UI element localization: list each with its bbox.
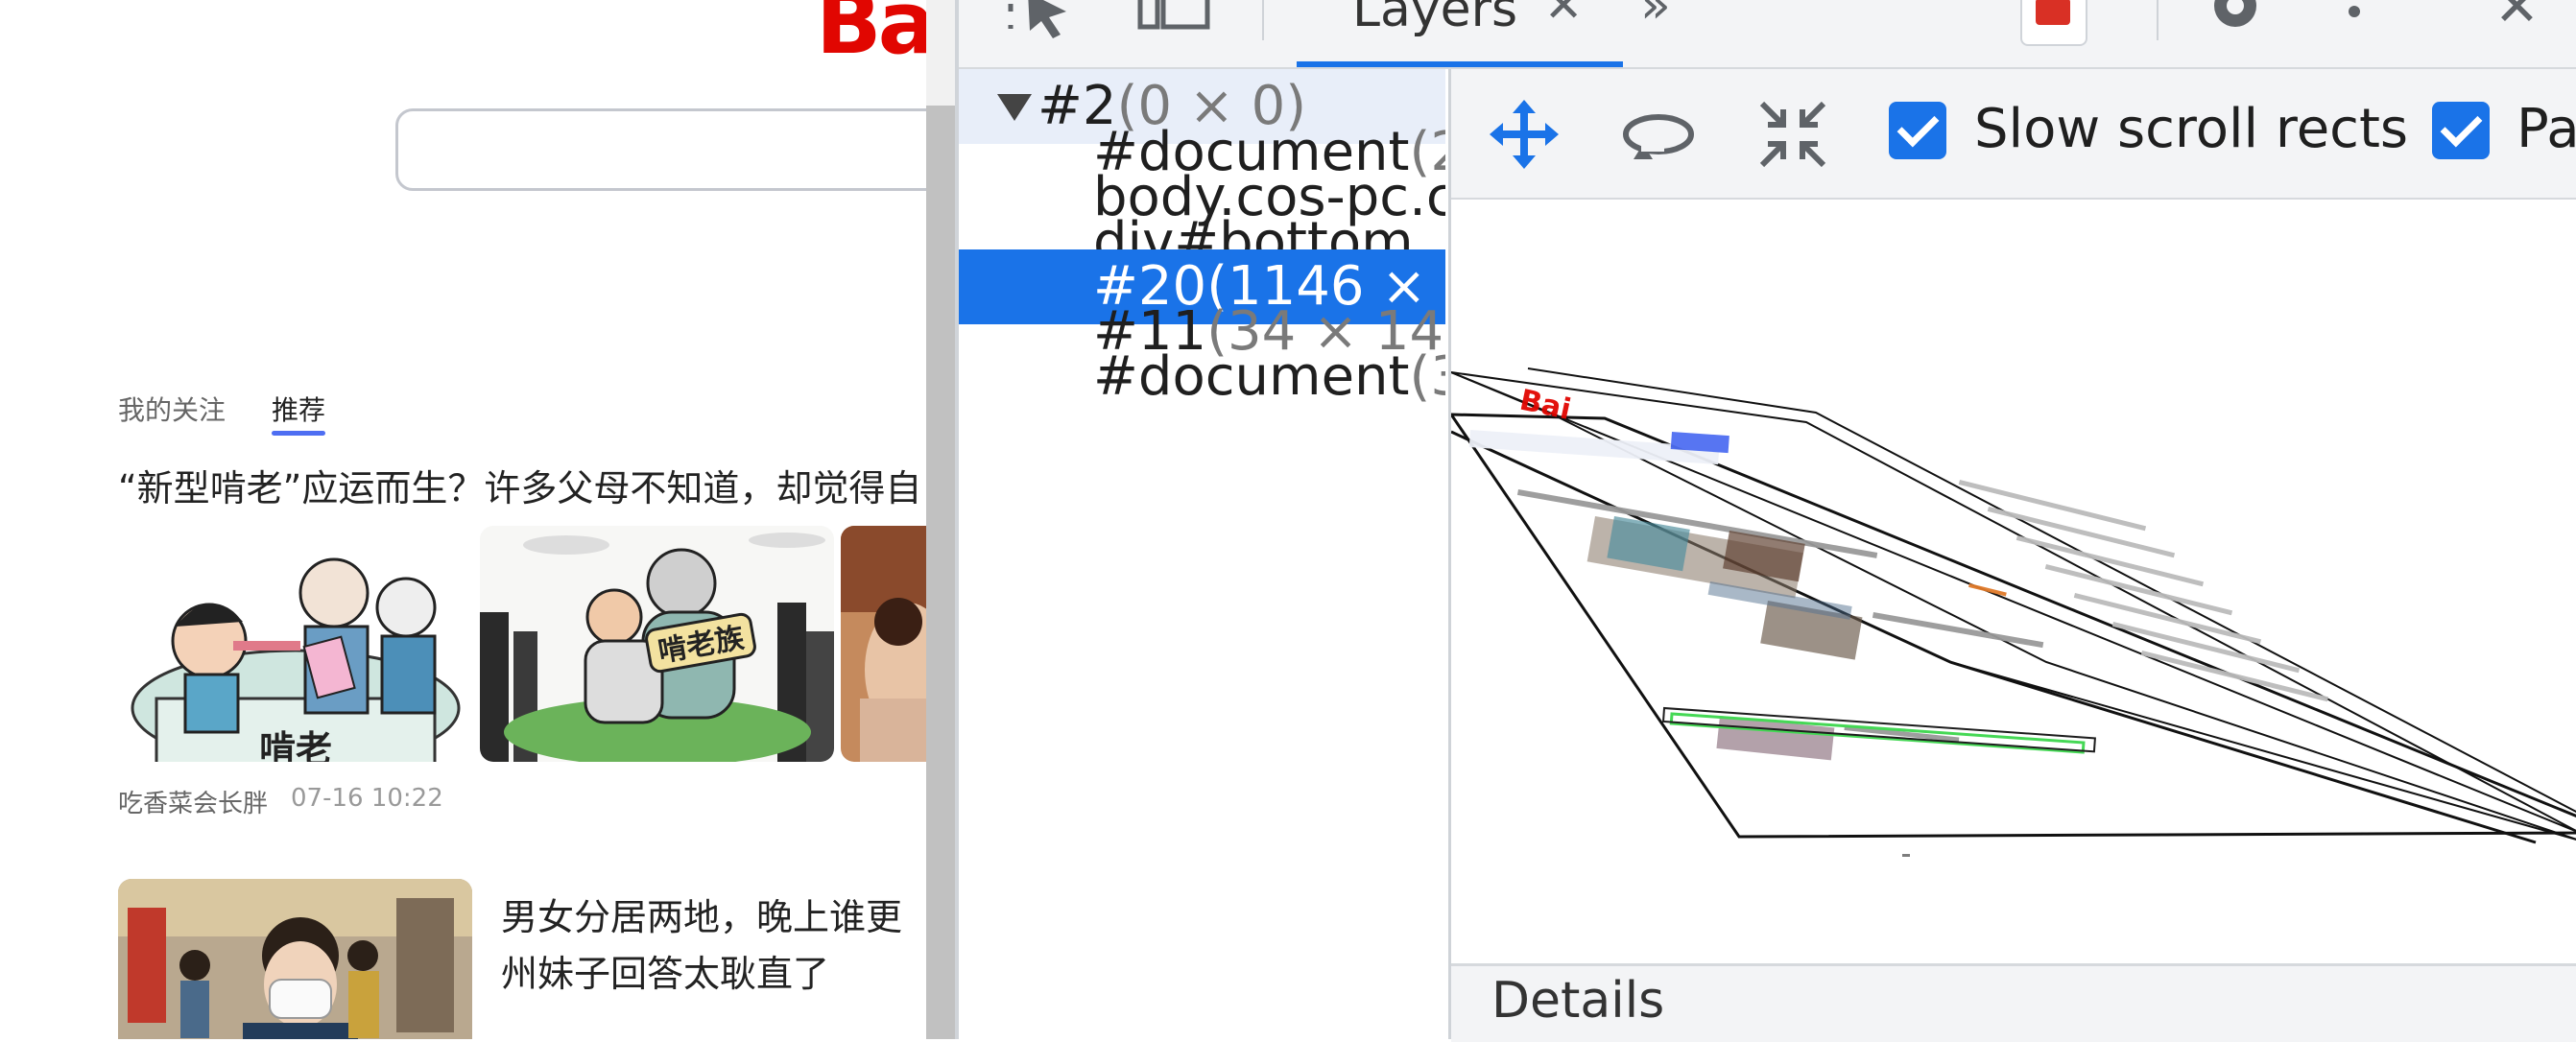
details-panel: Details — [1451, 963, 2576, 1042]
details-label: Details — [1491, 972, 1665, 1030]
layers-3d-viewer: Slow scroll rects Pa Bai Details — [1448, 69, 2576, 1042]
slow-scroll-rects-label[interactable]: Slow scroll rects — [1974, 98, 2408, 160]
active-tab-indicator — [1297, 61, 1623, 67]
search-input[interactable] — [395, 108, 926, 191]
pan-icon[interactable] — [1486, 96, 1562, 173]
slow-scroll-rects-checkbox[interactable] — [1889, 102, 1946, 159]
tab-recommended[interactable]: 推荐 — [272, 390, 325, 428]
devtools-toolbar: Layers ✕ » ✕ — [959, 0, 2576, 69]
article-title[interactable]: “新型啃老”应运而生？许多父母不知道，却觉得自 — [118, 459, 921, 511]
article-2-title-line-1[interactable]: 男女分居两地，晚上谁更 — [501, 888, 902, 940]
toolbar-separator — [1262, 0, 1264, 40]
page-scrollbar-track[interactable] — [926, 0, 955, 106]
toolbar-separator — [2157, 0, 2159, 40]
rotate-icon[interactable] — [1620, 96, 1697, 173]
kebab-menu-icon[interactable] — [2349, 0, 2360, 42]
devtools-panel: Layers ✕ » ✕ #2(0 × 0) #document(body.c… — [955, 0, 2576, 1042]
issues-flag — [2036, 0, 2070, 25]
article-2-title-line-2[interactable]: 州妹子回答太耿直了 — [501, 944, 829, 997]
settings-icon[interactable] — [2205, 0, 2266, 42]
article-image-2[interactable]: 啃老族 — [480, 526, 834, 762]
close-icon[interactable]: ✕ — [1544, 0, 1583, 33]
page-scrollbar-thumb[interactable] — [926, 106, 955, 1039]
layer-tree: #2(0 × 0) #document(2 body.cos-pc.c div#… — [959, 69, 1451, 1039]
baidu-logo[interactable]: Ba — [816, 0, 926, 74]
paint-checkbox[interactable] — [2432, 102, 2490, 159]
close-devtools-icon[interactable]: ✕ — [2494, 0, 2540, 35]
layer-dims: (34 — [1409, 345, 1445, 408]
inspect-icon[interactable] — [1007, 0, 1074, 46]
article-author[interactable]: 吃香菜会长胖 — [118, 784, 268, 819]
viewer-toolbar: Slow scroll rects Pa — [1451, 69, 2576, 200]
tab-following[interactable]: 我的关注 — [118, 390, 226, 428]
tab-layers[interactable]: Layers — [1352, 0, 1517, 38]
tree-row[interactable]: #document(34 — [959, 340, 1445, 414]
issues-icon[interactable] — [2020, 0, 2087, 46]
web-page: Ba 我的关注 推荐 “新型啃老”应运而生？许多父母不知道，却觉得自 啃老 啃老… — [0, 0, 926, 1039]
layer-name: #document — [1093, 345, 1410, 408]
article-time: 07-16 10:22 — [291, 784, 443, 813]
article-image-3[interactable] — [841, 526, 926, 762]
more-tabs-icon[interactable]: » — [1640, 0, 1671, 35]
device-toggle-icon[interactable] — [1136, 0, 1213, 42]
image-caption-1: 啃老 — [259, 728, 332, 762]
tab-active-indicator — [272, 431, 325, 436]
article-2-image[interactable] — [118, 879, 472, 1039]
paint-label[interactable]: Pa — [2516, 98, 2576, 160]
reset-view-icon[interactable] — [1754, 96, 1831, 173]
article-image-1[interactable]: 啃老 — [118, 526, 472, 762]
layers-3d-canvas[interactable]: Bai — [1448, 200, 2576, 967]
